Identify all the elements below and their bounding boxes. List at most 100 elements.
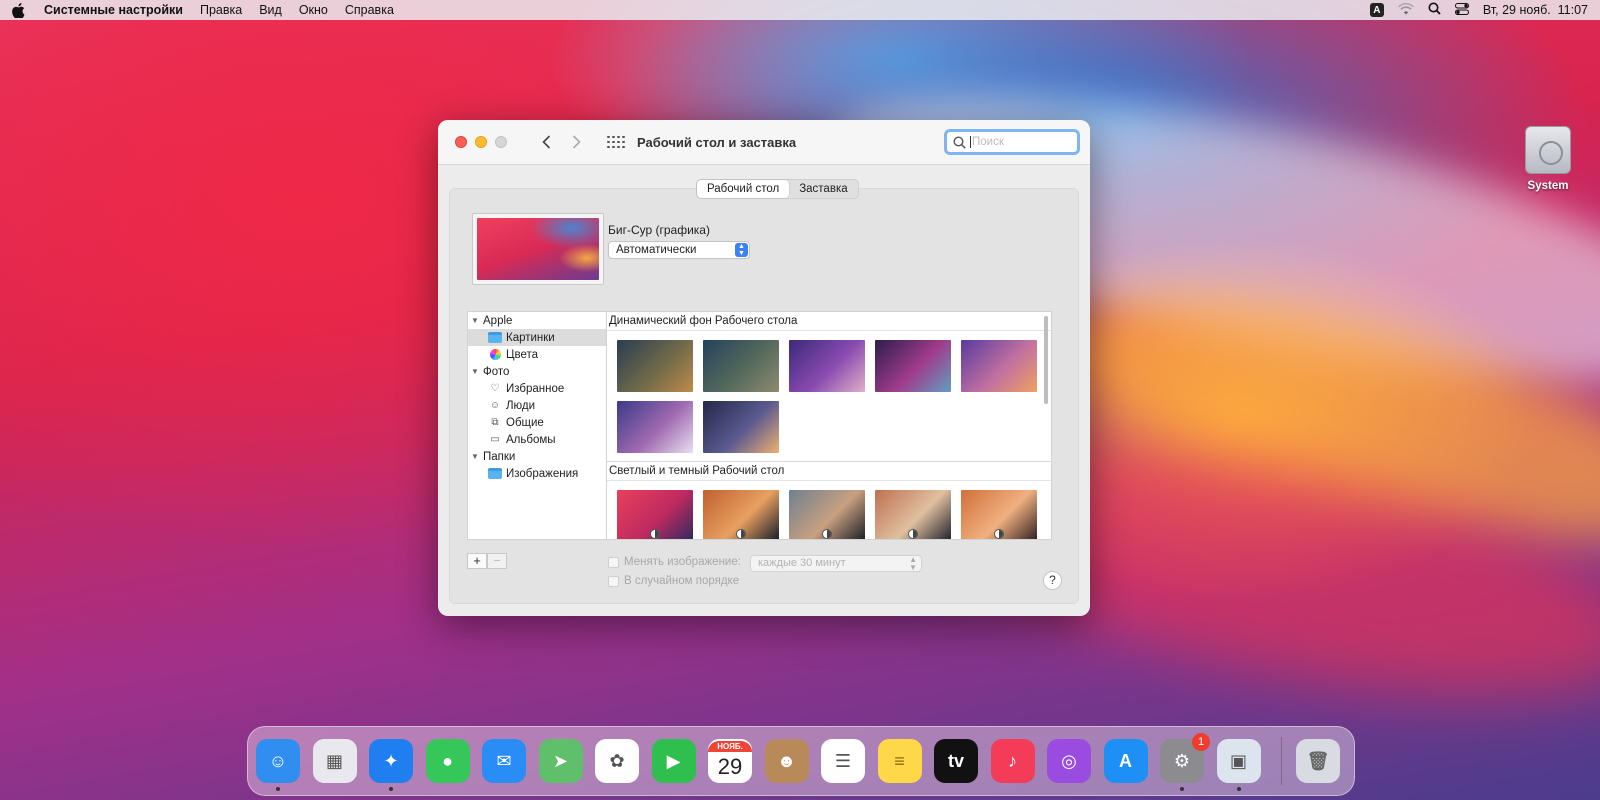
menu-view[interactable]: Вид	[259, 3, 282, 17]
sidebar-group-0[interactable]: ▼ Apple	[468, 312, 606, 329]
dock-system-preferences-icon[interactable]: ⚙ 1	[1160, 733, 1210, 791]
wallpaper-thumbnail[interactable]	[617, 401, 693, 453]
dock-maps-icon[interactable]: ➤	[538, 739, 583, 783]
gallery-scrollbar[interactable]	[1044, 316, 1048, 404]
add-remove-buttons: + −	[467, 553, 507, 569]
minimize-button[interactable]	[475, 136, 487, 148]
wallpaper-thumbnail[interactable]	[789, 340, 865, 392]
change-picture-option[interactable]: Менять изображение:	[608, 556, 741, 568]
disclosure-triangle-icon[interactable]: ▼	[470, 452, 480, 461]
dock-safari-icon[interactable]: ✦	[369, 739, 413, 791]
sidebar-item[interactable]: Цвета	[468, 346, 606, 363]
dock-glyph: ▣	[1229, 750, 1247, 771]
add-folder-button[interactable]: +	[467, 553, 487, 569]
dock-glyph: ⚙	[1173, 750, 1191, 771]
menubar-clock[interactable]: Вт, 29 нояб. 11:07	[1483, 3, 1588, 17]
sidebar-item[interactable]: ♡ Избранное	[468, 380, 606, 397]
wallpaper-thumbnail[interactable]	[961, 340, 1037, 392]
sidebar-group-1[interactable]: ▼ Фото	[468, 363, 606, 380]
wallpaper-thumbnail[interactable]	[703, 340, 779, 392]
random-order-option[interactable]: В случайном порядке	[608, 575, 739, 587]
sidebar-item[interactable]: ▭ Альбомы	[468, 431, 606, 448]
sidebar-item-label: Общие	[506, 416, 544, 429]
tab-desktop[interactable]: Рабочий стол	[697, 180, 790, 198]
menu-edit[interactable]: Правка	[200, 3, 242, 17]
input-source-icon[interactable]: A	[1369, 3, 1384, 17]
search-placeholder: Поиск	[970, 136, 1004, 148]
sidebar-item[interactable]: ☺ Люди	[468, 397, 606, 414]
wallpaper-name: Биг-Сур (графика)	[608, 223, 710, 237]
wallpaper-thumbnail[interactable]	[875, 340, 951, 392]
help-button[interactable]: ?	[1043, 571, 1062, 590]
change-picture-checkbox[interactable]	[608, 556, 619, 568]
change-picture-label: Менять изображение:	[624, 556, 741, 568]
sidebar-group-2[interactable]: ▼ Папки	[468, 448, 606, 465]
dock-podcasts-icon[interactable]: ◎	[1047, 739, 1091, 783]
dock-glyph: ➤	[552, 750, 569, 771]
wallpaper-thumbnail[interactable]	[617, 490, 693, 539]
menu-help[interactable]: Справка	[345, 3, 394, 17]
disk-label: System	[1527, 180, 1569, 192]
dock-preview-icon[interactable]: ▣	[1216, 739, 1261, 791]
forward-button[interactable]	[567, 133, 585, 151]
interval-select[interactable]: каждые 30 минут ▲ ▼	[750, 555, 922, 572]
dock-mail-icon[interactable]: ✉	[482, 739, 526, 783]
dock-glyph: ✦	[383, 750, 399, 771]
dock-separator	[1281, 737, 1282, 785]
sidebar-item[interactable]: Картинки	[468, 329, 606, 346]
sidebar-item-label: Люди	[506, 399, 536, 412]
chevron-right-icon	[572, 135, 581, 149]
folder-icon	[488, 468, 502, 480]
zoom-button[interactable]	[495, 136, 507, 148]
wallpaper-preview-image	[477, 218, 599, 280]
running-indicator	[1180, 787, 1184, 791]
close-button[interactable]	[455, 136, 467, 148]
dock-facetime-icon[interactable]: ▶	[651, 739, 696, 783]
control-center-icon[interactable]	[1454, 2, 1469, 18]
dock-reminders-icon[interactable]: ☰	[821, 739, 865, 783]
dock-trash-icon[interactable]: 🗑	[1296, 739, 1340, 783]
dock-contacts-icon[interactable]: ☻	[764, 739, 809, 783]
section-title-dynamic: Динамический фон Рабочего стола	[607, 312, 1051, 331]
sidebar-item[interactable]: Изображения	[468, 465, 606, 482]
sidebar-group-label: Папки	[483, 450, 516, 463]
wallpaper-thumbnail[interactable]	[961, 490, 1037, 539]
sidebar-item[interactable]: ⧉ Общие	[468, 414, 606, 431]
sidebar-item-label: Изображения	[506, 467, 579, 480]
desktop-disk-system[interactable]: System	[1520, 126, 1576, 192]
dock-photos-icon[interactable]: ✿	[595, 739, 639, 783]
dock-notes-icon[interactable]: ≡	[877, 739, 922, 783]
menu-window[interactable]: Окно	[299, 3, 328, 17]
wallpaper-thumbnail[interactable]	[789, 490, 865, 539]
dock-calendar-icon[interactable]: НОЯБ. 29	[708, 739, 752, 783]
dock-glyph: ☻	[777, 750, 796, 771]
dock-finder-icon[interactable]: ☺	[256, 739, 300, 791]
wallpaper-thumbnail[interactable]	[703, 490, 779, 539]
section-title-light-dark: Светлый и темный Рабочий стол	[607, 461, 1051, 481]
remove-folder-button[interactable]: −	[487, 553, 507, 569]
search-field[interactable]: Поиск	[944, 129, 1080, 155]
shared-icon: ⧉	[491, 417, 499, 428]
dock-app-store-icon[interactable]: A	[1103, 739, 1148, 783]
wifi-icon[interactable]	[1397, 2, 1414, 18]
menu-app-name[interactable]: Системные настройки	[44, 3, 183, 17]
dock-launchpad-icon[interactable]: ▦	[312, 739, 357, 783]
wallpaper-thumbnail[interactable]	[703, 401, 779, 453]
dock-music-icon[interactable]: ♪	[990, 739, 1035, 783]
wallpaper-thumbnail[interactable]	[875, 490, 951, 539]
light-dark-mode-icon	[650, 529, 660, 539]
interval-chevron-icon: ▲ ▼	[909, 555, 917, 572]
random-order-checkbox[interactable]	[608, 575, 619, 587]
spotlight-icon[interactable]	[1428, 2, 1441, 18]
disclosure-triangle-icon[interactable]: ▼	[470, 316, 480, 325]
show-all-grid-icon[interactable]	[607, 133, 625, 151]
dock-tv-icon[interactable]: tv	[934, 739, 978, 783]
disclosure-triangle-icon[interactable]: ▼	[470, 367, 480, 376]
dock-messages-icon[interactable]: ●	[425, 739, 470, 783]
back-button[interactable]	[537, 133, 555, 151]
apple-menu-icon[interactable]	[12, 2, 26, 18]
tab-screensaver[interactable]: Заставка	[789, 180, 857, 198]
wallpaper-thumbnail[interactable]	[617, 340, 693, 392]
appearance-mode-select[interactable]: Автоматически ▲ ▼	[608, 241, 750, 259]
light-dark-mode-icon	[908, 529, 918, 539]
